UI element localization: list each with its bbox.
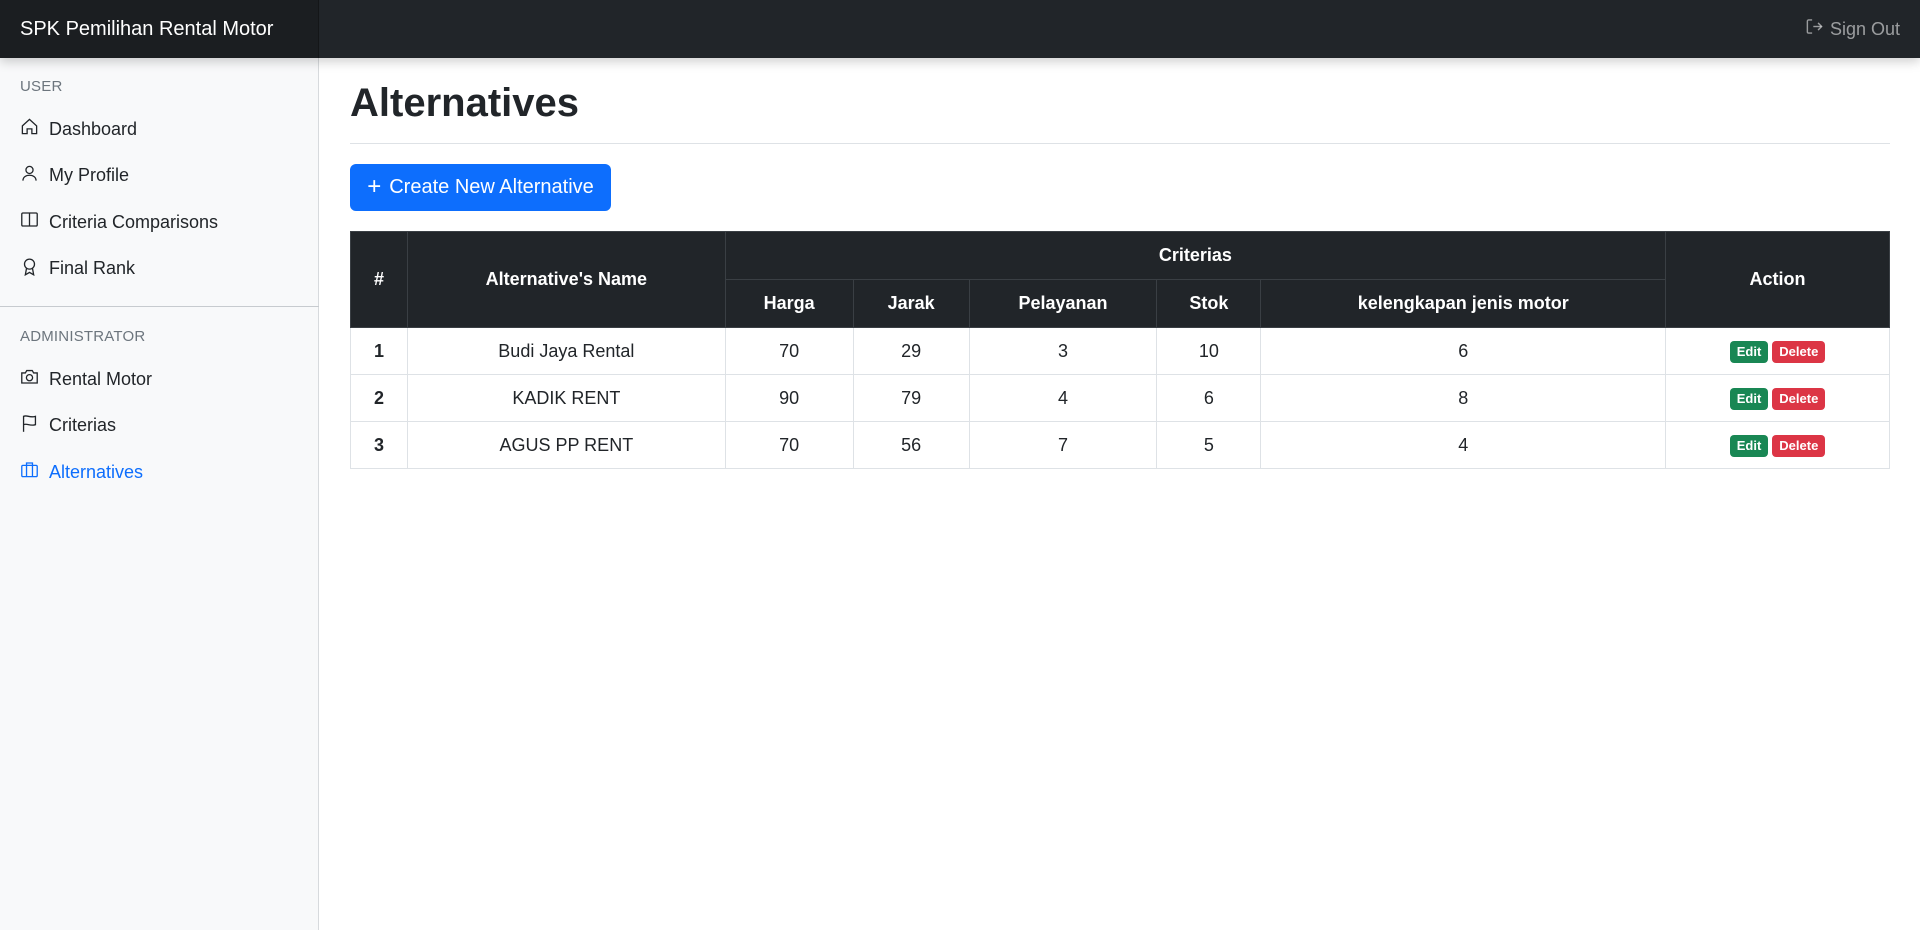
action-cell: Edit Delete [1665, 374, 1890, 422]
column-header-number: # [350, 231, 408, 328]
flag-icon [20, 414, 39, 438]
alternative-name: AGUS PP RENT [406, 421, 726, 469]
briefcase-icon [20, 460, 39, 484]
column-header-pelayanan: Pelayanan [968, 279, 1158, 328]
sidebar-item-alternatives[interactable]: Alternatives [0, 449, 319, 496]
table-body: 1 Budi Jaya Rental 70 29 3 10 6 Edit Del… [350, 327, 1890, 469]
pelayanan-value: 3 [968, 327, 1158, 375]
action-cell: Edit Delete [1665, 327, 1890, 375]
main-content: Alternatives + Create New Alternative # … [350, 58, 1890, 469]
sidebar-item-label: Rental Motor [49, 368, 153, 389]
sidebar-item-label: Final Rank [49, 258, 136, 279]
title-divider [350, 143, 1890, 144]
sidebar-item-label: Criterias [49, 415, 117, 436]
action-cell: Edit Delete [1665, 421, 1890, 469]
harga-value: 70 [724, 327, 854, 375]
pelayanan-value: 4 [968, 374, 1158, 422]
column-header-harga: Harga [724, 279, 854, 328]
delete-button[interactable]: Delete [1772, 434, 1826, 457]
delete-button[interactable]: Delete [1772, 340, 1826, 363]
row-number: 2 [350, 374, 408, 422]
create-new-alternative-button[interactable]: + Create New Alternative [350, 164, 611, 211]
edit-button[interactable]: Edit [1729, 387, 1769, 410]
layout-split-icon [20, 210, 39, 234]
column-header-name: Alternative's Name [406, 231, 726, 328]
plus-icon: + [367, 172, 382, 200]
sidebar-item-criterias[interactable]: Criterias [0, 403, 319, 450]
sidebar-item-label: Alternatives [49, 461, 144, 482]
edit-button[interactable]: Edit [1729, 340, 1769, 363]
jarak-value: 29 [852, 327, 970, 375]
top-navbar: SPK Pemilihan Rental Motor Sign Out [0, 0, 1920, 58]
harga-value: 90 [724, 374, 854, 422]
kelengkapan-value: 8 [1260, 374, 1667, 422]
column-header-stok: Stok [1156, 279, 1262, 328]
column-header-kelengkapan: kelengkapan jenis motor [1260, 279, 1667, 328]
create-button-label: Create New Alternative [389, 176, 594, 198]
sidebar-item-my-profile[interactable]: My Profile [0, 153, 319, 200]
row-number: 1 [350, 327, 408, 375]
sidebar-divider [0, 306, 319, 307]
column-header-action: Action [1665, 231, 1890, 328]
box-arrow-right-icon [1805, 17, 1824, 41]
edit-button[interactable]: Edit [1729, 434, 1769, 457]
camera-icon [20, 367, 39, 391]
stok-value: 5 [1156, 421, 1262, 469]
sidebar-item-label: Dashboard [49, 118, 138, 139]
sidebar-item-criteria-comparisons[interactable]: Criteria Comparisons [0, 199, 319, 246]
sidebar-item-label: Criteria Comparisons [49, 211, 219, 232]
row-number: 3 [350, 421, 408, 469]
jarak-value: 79 [852, 374, 970, 422]
kelengkapan-value: 6 [1260, 327, 1667, 375]
table-header: # Alternative's Name Criterias Action Ha… [350, 231, 1890, 328]
sidebar-user-menu: Dashboard My Profile Criteria Comparison… [0, 106, 319, 292]
column-header-criterias: Criterias [724, 231, 1667, 280]
table-row: 1 Budi Jaya Rental 70 29 3 10 6 Edit Del… [350, 327, 1890, 375]
alternative-name: KADIK RENT [406, 374, 726, 422]
brand-title[interactable]: SPK Pemilihan Rental Motor [0, 0, 319, 58]
sidebar-item-rental-motor[interactable]: Rental Motor [0, 356, 319, 403]
sidebar-item-final-rank[interactable]: Final Rank [0, 246, 319, 293]
sign-out-link[interactable]: Sign Out [1805, 0, 1900, 58]
person-icon [20, 164, 39, 188]
kelengkapan-value: 4 [1260, 421, 1667, 469]
delete-button[interactable]: Delete [1772, 387, 1826, 410]
sidebar-heading-administrator: ADMINISTRATOR [20, 328, 146, 345]
house-icon [20, 117, 39, 141]
table-row: 2 KADIK RENT 90 79 4 6 8 Edit Delete [350, 374, 1890, 422]
sidebar-item-label: My Profile [49, 165, 130, 186]
sign-out-label: Sign Out [1829, 18, 1900, 39]
pelayanan-value: 7 [968, 421, 1158, 469]
page-title: Alternatives [350, 81, 579, 125]
stok-value: 6 [1156, 374, 1262, 422]
award-icon [20, 257, 39, 281]
alternatives-table: # Alternative's Name Criterias Action Ha… [350, 231, 1890, 469]
sidebar-admin-menu: Rental Motor Criterias Alternatives [0, 356, 319, 496]
sidebar: USER Dashboard My Profile Criteria Compa… [0, 58, 319, 930]
table-row: 3 AGUS PP RENT 70 56 7 5 4 Edit Delete [350, 421, 1890, 469]
harga-value: 70 [724, 421, 854, 469]
alternative-name: Budi Jaya Rental [406, 327, 726, 375]
stok-value: 10 [1156, 327, 1262, 375]
column-header-jarak: Jarak [852, 279, 970, 328]
sidebar-item-dashboard[interactable]: Dashboard [0, 106, 319, 153]
sidebar-heading-user: USER [20, 78, 63, 95]
jarak-value: 56 [852, 421, 970, 469]
